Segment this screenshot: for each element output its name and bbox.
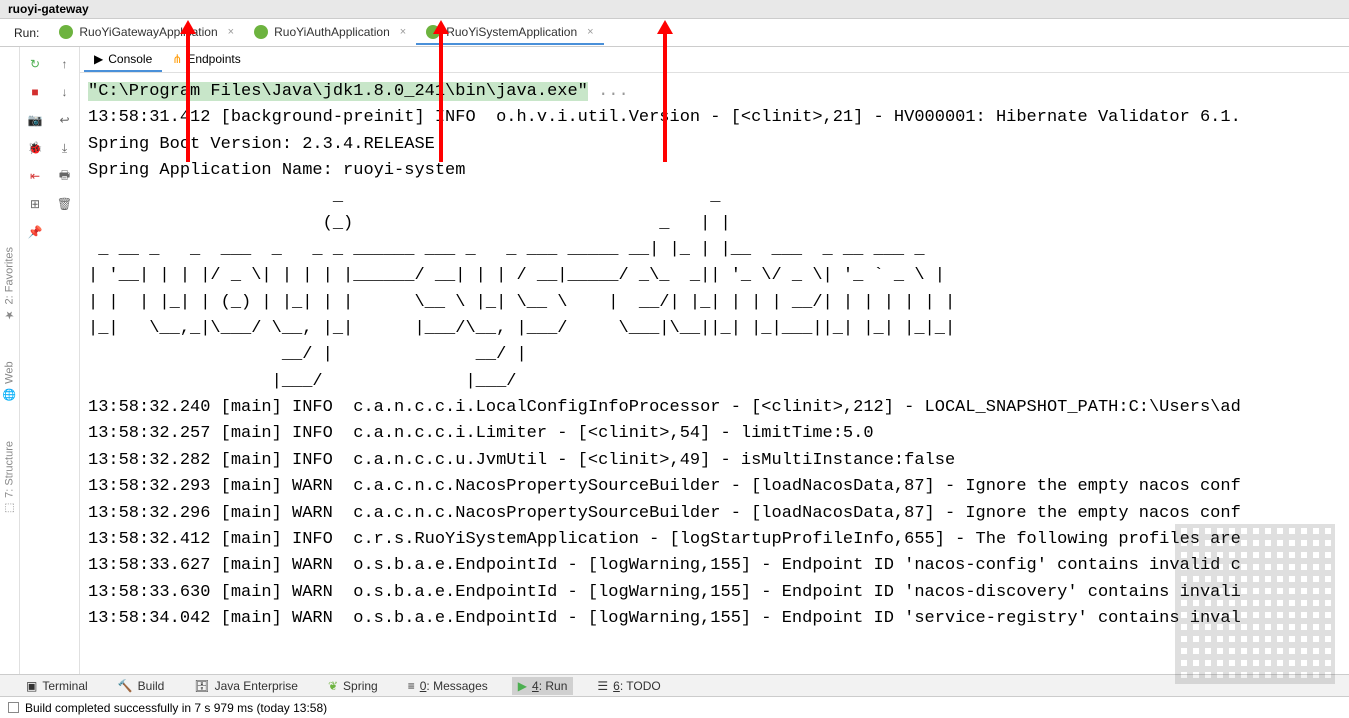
log-line: 13:58:32.282 [main] INFO c.a.n.c.c.u.Jvm… <box>88 451 955 470</box>
tab-endpoints-label: Endpoints <box>187 52 240 66</box>
tab-console[interactable]: ▶ Console <box>84 48 162 72</box>
sidebar-structure[interactable]: ⬚ 7: Structure <box>3 441 16 515</box>
endpoints-icon: ⋔ <box>172 52 182 66</box>
up-arrow-icon[interactable]: ↑ <box>56 55 74 73</box>
down-arrow-icon[interactable]: ↓ <box>56 83 74 101</box>
bottom-tool-tabs: ▣Terminal 🔨Build 🗄Java Enterprise ❦Sprin… <box>0 674 1349 696</box>
annotation-arrow <box>439 32 443 162</box>
close-icon[interactable]: × <box>587 26 593 38</box>
log-line: 13:58:32.240 [main] INFO c.a.n.c.c.i.Loc… <box>88 398 1241 417</box>
tab-label: RuoYiGatewayApplication <box>79 25 217 39</box>
tab-console-label: Console <box>108 52 152 66</box>
status-message: Build completed successfully in 7 s 979 … <box>25 701 327 715</box>
sidebar-favorites[interactable]: ★ 2: Favorites <box>3 247 16 321</box>
bottom-tab-terminal[interactable]: ▣Terminal <box>20 677 94 695</box>
trash-icon[interactable]: 🗑 <box>56 195 74 213</box>
bottom-tab-todo[interactable]: ☰6: TODO <box>591 677 666 695</box>
pin-icon[interactable]: 📌 <box>26 223 44 241</box>
dots: ... <box>588 82 629 101</box>
spring-leaf-icon: ❦ <box>328 679 338 693</box>
debug-icon[interactable]: 🐞 <box>26 139 44 157</box>
scroll-end-icon[interactable]: ⤓ <box>56 139 74 157</box>
run-toolbar-column-2: ↑ ↓ ↩ ⤓ 🖶 🗑 <box>50 47 80 695</box>
ascii-art: | '__| | | |/ _ \| | | | |______/ __| | … <box>88 266 945 285</box>
log-line: Spring Application Name: ruoyi-system <box>88 161 465 180</box>
terminal-icon: ▣ <box>26 679 37 693</box>
bottom-tab-messages[interactable]: ≡0: Messages <box>402 677 494 695</box>
log-line: 13:58:32.257 [main] INFO c.a.n.c.c.i.Lim… <box>88 424 874 443</box>
layout-icon[interactable]: ⊞ <box>26 195 44 213</box>
run-label: Run: <box>4 26 49 40</box>
tab-endpoints[interactable]: ⋔ Endpoints <box>162 48 250 72</box>
ascii-art: |_| \__,_|\___/ \__, |_| |___/\__, |___/… <box>88 319 955 338</box>
log-line: 13:58:34.042 [main] WARN o.s.b.a.e.Endpo… <box>88 609 1241 628</box>
spring-boot-icon <box>254 25 268 39</box>
ascii-art: _ __ _ _ ___ _ _ _ ______ ___ _ _ ___ __… <box>88 240 925 259</box>
print-icon[interactable]: 🖶 <box>56 167 74 185</box>
tab-label: RuoYiAuthApplication <box>274 25 390 39</box>
bottom-tab-build[interactable]: 🔨Build <box>112 677 171 695</box>
cmd-line: "C:\Program Files\Java\jdk1.8.0_241\bin\… <box>88 82 588 101</box>
bottom-tab-java-enterprise[interactable]: 🗄Java Enterprise <box>188 677 304 695</box>
tab-auth[interactable]: RuoYiAuthApplication × <box>244 21 416 45</box>
soft-wrap-icon[interactable]: ↩ <box>56 111 74 129</box>
stop-icon[interactable]: ■ <box>26 83 44 101</box>
ascii-art: (_) _ | | <box>88 214 731 233</box>
close-icon[interactable]: × <box>400 26 406 38</box>
exit-icon[interactable]: ⇤ <box>26 167 44 185</box>
ascii-art: __/ | __/ | <box>88 345 527 364</box>
tab-gateway[interactable]: RuoYiGatewayApplication × <box>49 21 244 45</box>
play-icon: ▶ <box>518 679 527 693</box>
log-line: 13:58:33.630 [main] WARN o.s.b.a.e.Endpo… <box>88 583 1241 602</box>
console-tabs: ▶ Console ⋔ Endpoints <box>80 47 1349 73</box>
annotation-arrow <box>663 32 667 162</box>
status-checkbox <box>8 702 19 713</box>
log-line: 13:58:32.293 [main] WARN c.a.c.n.c.Nacos… <box>88 477 1241 496</box>
console-icon: ▶ <box>94 52 103 66</box>
left-tool-stripe: ★ 2: Favorites 🌐 Web ⬚ 7: Structure <box>0 47 20 695</box>
rerun-icon[interactable]: ↻ <box>26 55 44 73</box>
run-config-tabs: Run: RuoYiGatewayApplication × RuoYiAuth… <box>0 19 1349 47</box>
project-name: ruoyi-gateway <box>0 0 1349 19</box>
bottom-tab-run[interactable]: ▶4: Run <box>512 677 574 695</box>
sidebar-web[interactable]: 🌐 Web <box>3 361 16 401</box>
log-line: 13:58:32.412 [main] INFO c.r.s.RuoYiSyst… <box>88 530 1241 549</box>
log-line: 13:58:32.296 [main] WARN c.a.c.n.c.Nacos… <box>88 504 1241 523</box>
server-icon: 🗄 <box>194 679 209 693</box>
close-icon[interactable]: × <box>228 26 234 38</box>
spring-boot-icon <box>59 25 73 39</box>
camera-icon[interactable]: 📷 <box>26 111 44 129</box>
annotation-arrow <box>186 32 190 162</box>
ascii-art: | | | |_| | (_) | |_| | | \__ \ |_| \__ … <box>88 293 955 312</box>
bottom-tab-spring[interactable]: ❦Spring <box>322 677 384 695</box>
log-line: Spring Boot Version: 2.3.4.RELEASE <box>88 135 435 154</box>
console-output[interactable]: "C:\Program Files\Java\jdk1.8.0_241\bin\… <box>80 73 1349 695</box>
status-bar: Build completed successfully in 7 s 979 … <box>0 696 1349 718</box>
hammer-icon: 🔨 <box>118 679 133 693</box>
messages-icon: ≡ <box>408 679 415 693</box>
log-line: 13:58:33.627 [main] WARN o.s.b.a.e.Endpo… <box>88 556 1241 575</box>
ascii-art: _ _ <box>88 187 721 206</box>
run-toolbar-column-1: ↻ ■ 📷 🐞 ⇤ ⊞ 📌 <box>20 47 50 695</box>
ascii-art: |___/ |___/ <box>88 372 516 391</box>
qr-watermark <box>1175 524 1335 684</box>
list-icon: ☰ <box>597 679 608 693</box>
tab-label: RuoYiSystemApplication <box>446 25 577 39</box>
